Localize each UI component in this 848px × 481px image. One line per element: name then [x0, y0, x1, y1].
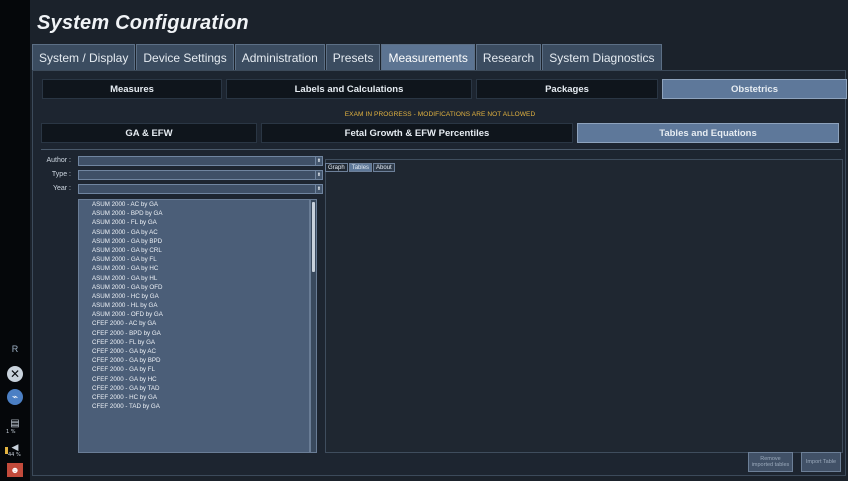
- subtab-packages[interactable]: Packages: [476, 79, 658, 99]
- measurement-subtab-bar: Measures Labels and Calculations Package…: [42, 79, 847, 99]
- author-dropdown-icon[interactable]: ⬍: [315, 156, 323, 166]
- scroll-thumb[interactable]: [312, 202, 315, 272]
- exam-warning: EXAM IN PROGRESS - MODIFICATIONS ARE NOT…: [344, 111, 536, 118]
- graph-panel: [325, 159, 843, 453]
- list-item[interactable]: CFEF 2000 - GA by AC: [79, 347, 309, 356]
- import-table-button[interactable]: Import Table: [801, 452, 841, 472]
- list-item[interactable]: CFEF 2000 - HC by GA: [79, 393, 309, 402]
- tab-tables[interactable]: Tables: [348, 163, 373, 172]
- year-select[interactable]: ⬍: [78, 184, 323, 194]
- list-item[interactable]: ASUM 2000 - GA by CRL: [79, 246, 309, 255]
- subtab-measures[interactable]: Measures: [42, 79, 222, 99]
- close-circle-icon[interactable]: ✕: [7, 366, 23, 382]
- content-panel: Measures Labels and Calculations Package…: [32, 70, 847, 476]
- tab-about[interactable]: About: [373, 163, 395, 172]
- author-label: Author :: [46, 157, 71, 164]
- printer-percent: 1 %: [6, 429, 16, 435]
- tab-research[interactable]: Research: [475, 44, 542, 70]
- list-item[interactable]: CFEF 2000 - TAD by GA: [79, 402, 309, 411]
- tab-presets[interactable]: Presets: [325, 44, 381, 70]
- subtab-ga-efw[interactable]: GA & EFW: [41, 123, 257, 143]
- divider: [41, 149, 841, 150]
- list-item[interactable]: CFEF 2000 - FL by GA: [79, 338, 309, 347]
- list-item[interactable]: ASUM 2000 - AC by GA: [79, 200, 309, 209]
- tab-device-settings[interactable]: Device Settings: [136, 44, 234, 70]
- tab-administration[interactable]: Administration: [234, 44, 325, 70]
- list-item[interactable]: ASUM 2000 - HC by GA: [79, 292, 309, 301]
- tab-system-display[interactable]: System / Display: [32, 44, 136, 70]
- type-label: Type :: [51, 171, 71, 178]
- year-label: Year :: [52, 185, 71, 192]
- usb-icon[interactable]: ⌁: [7, 389, 23, 405]
- subtab-obstetrics[interactable]: Obstetrics: [662, 79, 847, 99]
- list-item[interactable]: ASUM 2000 - HL by GA: [79, 301, 309, 310]
- list-item[interactable]: CFEF 2000 - GA by BPD: [79, 356, 309, 365]
- probe-marker-icon: R: [5, 340, 25, 358]
- list-item[interactable]: ASUM 2000 - GA by HL: [79, 274, 309, 283]
- list-item[interactable]: ASUM 2000 - OFD by GA: [79, 310, 309, 319]
- author-select[interactable]: ⬍: [78, 156, 323, 166]
- list-item[interactable]: ASUM 2000 - FL by GA: [79, 218, 309, 227]
- tab-measurements[interactable]: Measurements: [381, 44, 475, 70]
- list-item[interactable]: ASUM 2000 - GA by BPD: [79, 237, 309, 246]
- list-item[interactable]: ASUM 2000 - GA by FL: [79, 255, 309, 264]
- list-item[interactable]: ASUM 2000 - GA by OFD: [79, 283, 309, 292]
- volume-level-bar: [5, 447, 8, 454]
- tables-list[interactable]: ASUM 2000 - AC by GA ASUM 2000 - BPD by G…: [78, 199, 310, 453]
- year-dropdown-icon[interactable]: ⬍: [315, 184, 323, 194]
- tables-scrollbar[interactable]: [310, 199, 317, 453]
- tab-graph[interactable]: Graph: [325, 163, 348, 172]
- main-tab-bar: System / Display Device Settings Adminis…: [32, 44, 662, 70]
- type-select[interactable]: ⬍: [78, 170, 323, 180]
- list-item[interactable]: ASUM 2000 - BPD by GA: [79, 209, 309, 218]
- list-item[interactable]: CFEF 2000 - GA by TAD: [79, 384, 309, 393]
- probe-marker-text: R: [11, 344, 19, 354]
- subtab-fetal-growth[interactable]: Fetal Growth & EFW Percentiles: [261, 123, 573, 143]
- subtab-labels-calculations[interactable]: Labels and Calculations: [226, 79, 472, 99]
- list-item[interactable]: ASUM 2000 - GA by AC: [79, 228, 309, 237]
- list-item[interactable]: CFEF 2000 - GA by FL: [79, 365, 309, 374]
- user-icon[interactable]: ☻: [7, 463, 23, 477]
- side-status-strip: R ✕ ⌁ ▤ 1 % ◀ 44 % ☻: [0, 0, 30, 481]
- main-window: System Configuration System / Display De…: [30, 0, 848, 481]
- subtab-tables-equations[interactable]: Tables and Equations: [577, 123, 839, 143]
- graph-tab-bar: Graph Tables About: [325, 163, 395, 173]
- list-item[interactable]: CFEF 2000 - GA by HC: [79, 375, 309, 384]
- list-item[interactable]: CFEF 2000 - AC by GA: [79, 319, 309, 328]
- obstetrics-subtab-bar: GA & EFW Fetal Growth & EFW Percentiles …: [41, 123, 841, 145]
- volume-percent: 44 %: [8, 452, 21, 458]
- page-title: System Configuration: [37, 12, 249, 34]
- remove-imported-tables-button[interactable]: Remove imported tables: [748, 452, 793, 472]
- type-dropdown-icon[interactable]: ⬍: [315, 170, 323, 180]
- list-item[interactable]: CFEF 2000 - BPD by GA: [79, 329, 309, 338]
- list-item[interactable]: ASUM 2000 - GA by HC: [79, 264, 309, 273]
- tab-system-diagnostics[interactable]: System Diagnostics: [542, 44, 662, 70]
